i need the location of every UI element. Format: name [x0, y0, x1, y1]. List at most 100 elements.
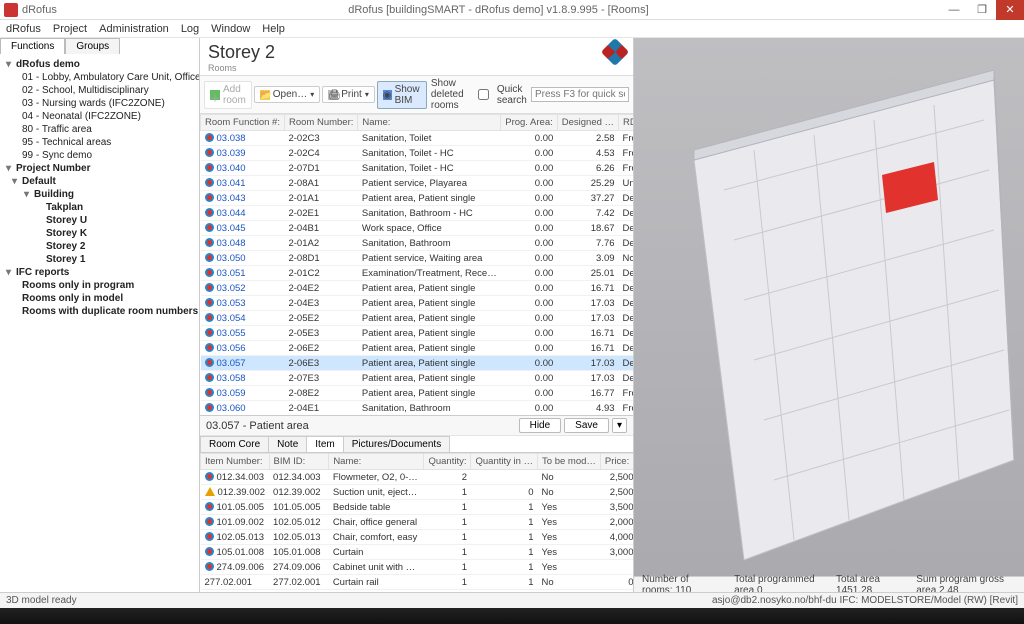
- menu-administration[interactable]: Administration: [99, 23, 169, 35]
- tree-node[interactable]: 95 - Technical areas: [2, 136, 197, 149]
- tree-node[interactable]: ▾dRofus demo: [2, 58, 197, 71]
- tree-node[interactable]: Rooms with duplicate room numbers: [2, 305, 197, 318]
- project-tree[interactable]: ▾dRofus demo01 - Lobby, Ambulatory Care …: [0, 54, 199, 592]
- window-maximize-button[interactable]: ❐: [968, 0, 996, 20]
- detail-tab-item[interactable]: Item: [306, 436, 343, 452]
- window-titlebar: dRofus dRofus [buildingSMART - dRofus de…: [0, 0, 1024, 20]
- col-header[interactable]: BIM ID:: [269, 454, 329, 470]
- col-header[interactable]: Name:: [358, 115, 501, 131]
- table-row[interactable]: 277.02.001277.02.001Curtain rail11No0ARC…: [201, 575, 634, 590]
- table-row[interactable]: 102.05.013102.05.013Chair, comfort, easy…: [201, 530, 634, 545]
- table-row[interactable]: 012.34.003012.34.003Flowmeter, O2, 0-…2N…: [201, 470, 634, 485]
- table-row[interactable]: 101.05.005101.05.005Bedside table11Yes3,…: [201, 500, 634, 515]
- save-button[interactable]: Save: [564, 418, 609, 433]
- tab-groups[interactable]: Groups: [65, 38, 120, 54]
- table-row[interactable]: 03.0412-08A1Patient service, Playarea0.0…: [201, 176, 634, 191]
- tree-node[interactable]: 01 - Lobby, Ambulatory Care Unit, Office…: [2, 71, 197, 84]
- table-row[interactable]: 03.0602-04E1Sanitation, Bathroom0.004.93…: [201, 401, 634, 416]
- table-row[interactable]: 03.0592-08E2Patient area, Patient single…: [201, 386, 634, 401]
- table-row[interactable]: 012.39.002012.39.002Suction unit, eject……: [201, 485, 634, 500]
- tree-node[interactable]: 99 - Sync demo: [2, 149, 197, 162]
- col-header[interactable]: Price:: [600, 454, 633, 470]
- menu-window[interactable]: Window: [211, 23, 250, 35]
- rooms-table[interactable]: Room Function #:Room Number:Name:Prog. A…: [200, 114, 633, 415]
- table-row[interactable]: 03.0522-04E2Patient area, Patient single…: [201, 281, 634, 296]
- col-header[interactable]: Quantity:: [424, 454, 471, 470]
- col-header[interactable]: Item Number:: [201, 454, 270, 470]
- col-header[interactable]: RDS status: [619, 115, 633, 131]
- table-row[interactable]: 03.0572-06E3Patient area, Patient single…: [201, 356, 634, 371]
- table-row[interactable]: 105.01.008105.01.008Curtain11Yes3,000ARC…: [201, 545, 634, 560]
- tab-functions[interactable]: Functions: [0, 38, 65, 54]
- table-row[interactable]: 03.0382-02C3Sanitation, Toilet0.002.58Fr…: [201, 131, 634, 146]
- table-row[interactable]: 274.09.006274.09.006Cabinet unit with …1…: [201, 560, 634, 575]
- menu-project[interactable]: Project: [53, 23, 87, 35]
- status-right: asjo@db2.nosyko.no/bhf-du IFC: MODELSTOR…: [712, 595, 1018, 606]
- detail-tab-pictures-documents[interactable]: Pictures/Documents: [343, 436, 450, 452]
- col-header[interactable]: To be mod…: [538, 454, 601, 470]
- item-table-container[interactable]: Item Number:BIM ID:Name:Quantity:Quantit…: [200, 452, 633, 592]
- tree-node[interactable]: ▾IFC reports: [2, 266, 197, 279]
- col-header[interactable]: Designed …: [557, 115, 618, 131]
- table-row[interactable]: 03.0432-01A1Patient area, Patient single…: [201, 191, 634, 206]
- left-tabs: Functions Groups: [0, 38, 199, 54]
- menu-help[interactable]: Help: [262, 23, 285, 35]
- open-button[interactable]: 📂Open…▾: [254, 86, 320, 103]
- table-row[interactable]: 03.0452-04B1Work space, Office0.0018.67D…: [201, 221, 634, 236]
- show-deleted-checkbox[interactable]: Show deleted rooms: [431, 78, 489, 111]
- tree-node[interactable]: 03 - Nursing wards (IFC2ZONE): [2, 97, 197, 110]
- detail-tab-note[interactable]: Note: [268, 436, 307, 452]
- tree-node[interactable]: Storey 2: [2, 240, 197, 253]
- menu-drofus[interactable]: dRofus: [6, 23, 41, 35]
- table-row[interactable]: 03.0542-05E2Patient area, Patient single…: [201, 311, 634, 326]
- tree-node[interactable]: 04 - Neonatal (IFC2ZONE): [2, 110, 197, 123]
- table-row[interactable]: 03.0442-02E1Sanitation, Bathroom - HC0.0…: [201, 206, 634, 221]
- tree-node[interactable]: Rooms only in model: [2, 292, 197, 305]
- table-row[interactable]: 03.0562-06E2Patient area, Patient single…: [201, 341, 634, 356]
- item-table[interactable]: Item Number:BIM ID:Name:Quantity:Quantit…: [200, 453, 633, 592]
- tree-node[interactable]: ▾Building: [2, 188, 197, 201]
- rooms-table-container[interactable]: Room Function #:Room Number:Name:Prog. A…: [200, 114, 633, 415]
- table-row[interactable]: 279.06.001279.06.001Mirror, wall mount…1…: [201, 590, 634, 593]
- detail-tab-room-core[interactable]: Room Core: [200, 436, 269, 452]
- col-header[interactable]: Quantity in …: [471, 454, 538, 470]
- tree-node[interactable]: Takplan: [2, 201, 197, 214]
- window-minimize-button[interactable]: —: [940, 0, 968, 20]
- tree-node[interactable]: Rooms only in program: [2, 279, 197, 292]
- table-row[interactable]: 03.0582-07E3Patient area, Patient single…: [201, 371, 634, 386]
- col-header[interactable]: Room Number:: [284, 115, 357, 131]
- show-bim-button[interactable]: ◉Show BIM: [377, 81, 427, 109]
- status-ok-icon: [205, 562, 214, 571]
- hide-button[interactable]: Hide: [519, 418, 562, 433]
- window-close-button[interactable]: ✕: [996, 0, 1024, 20]
- table-row[interactable]: 03.0502-08D1Patient service, Waiting are…: [201, 251, 634, 266]
- tree-node[interactable]: 80 - Traffic area: [2, 123, 197, 136]
- quick-search-input[interactable]: [531, 87, 629, 102]
- tree-node[interactable]: Storey U: [2, 214, 197, 227]
- table-row[interactable]: 03.0482-01A2Sanitation, Bathroom0.007.76…: [201, 236, 634, 251]
- table-row[interactable]: 03.0552-05E3Patient area, Patient single…: [201, 326, 634, 341]
- center-panel: Storey 2 Rooms ＋Add room 📂Open…▾ 🖨Print▾…: [200, 38, 634, 592]
- add-room-button[interactable]: ＋Add room: [204, 81, 252, 109]
- detail-panel: 03.057 - Patient area Hide Save ▾ Room C…: [200, 415, 633, 592]
- menu-log[interactable]: Log: [181, 23, 199, 35]
- col-header[interactable]: Name:: [329, 454, 424, 470]
- tree-node[interactable]: 02 - School, Multidisciplinary: [2, 84, 197, 97]
- save-dropdown-button[interactable]: ▾: [612, 418, 627, 433]
- table-row[interactable]: 03.0402-07D1Sanitation, Toilet - HC0.006…: [201, 161, 634, 176]
- status-ok-icon: [205, 472, 214, 481]
- tree-node[interactable]: ▾Project Number: [2, 162, 197, 175]
- tree-node[interactable]: Storey K: [2, 227, 197, 240]
- left-panel: Functions Groups ▾dRofus demo01 - Lobby,…: [0, 38, 200, 592]
- bim-3d-view[interactable]: Number of rooms: 110 Total programmed ar…: [634, 38, 1024, 592]
- col-header[interactable]: Room Function #:: [201, 115, 285, 131]
- print-button[interactable]: 🖨Print▾: [322, 86, 375, 103]
- table-row[interactable]: 03.0392-02C4Sanitation, Toilet - HC0.004…: [201, 146, 634, 161]
- table-row[interactable]: 03.0512-01C2Examination/Treatment, Rece……: [201, 266, 634, 281]
- tree-node[interactable]: ▾Default: [2, 175, 197, 188]
- floorplan-3d-icon: [634, 38, 1024, 592]
- table-row[interactable]: 101.09.002102.05.012Chair, office genera…: [201, 515, 634, 530]
- col-header[interactable]: Prog. Area:: [501, 115, 558, 131]
- tree-node[interactable]: Storey 1: [2, 253, 197, 266]
- table-row[interactable]: 03.0532-04E3Patient area, Patient single…: [201, 296, 634, 311]
